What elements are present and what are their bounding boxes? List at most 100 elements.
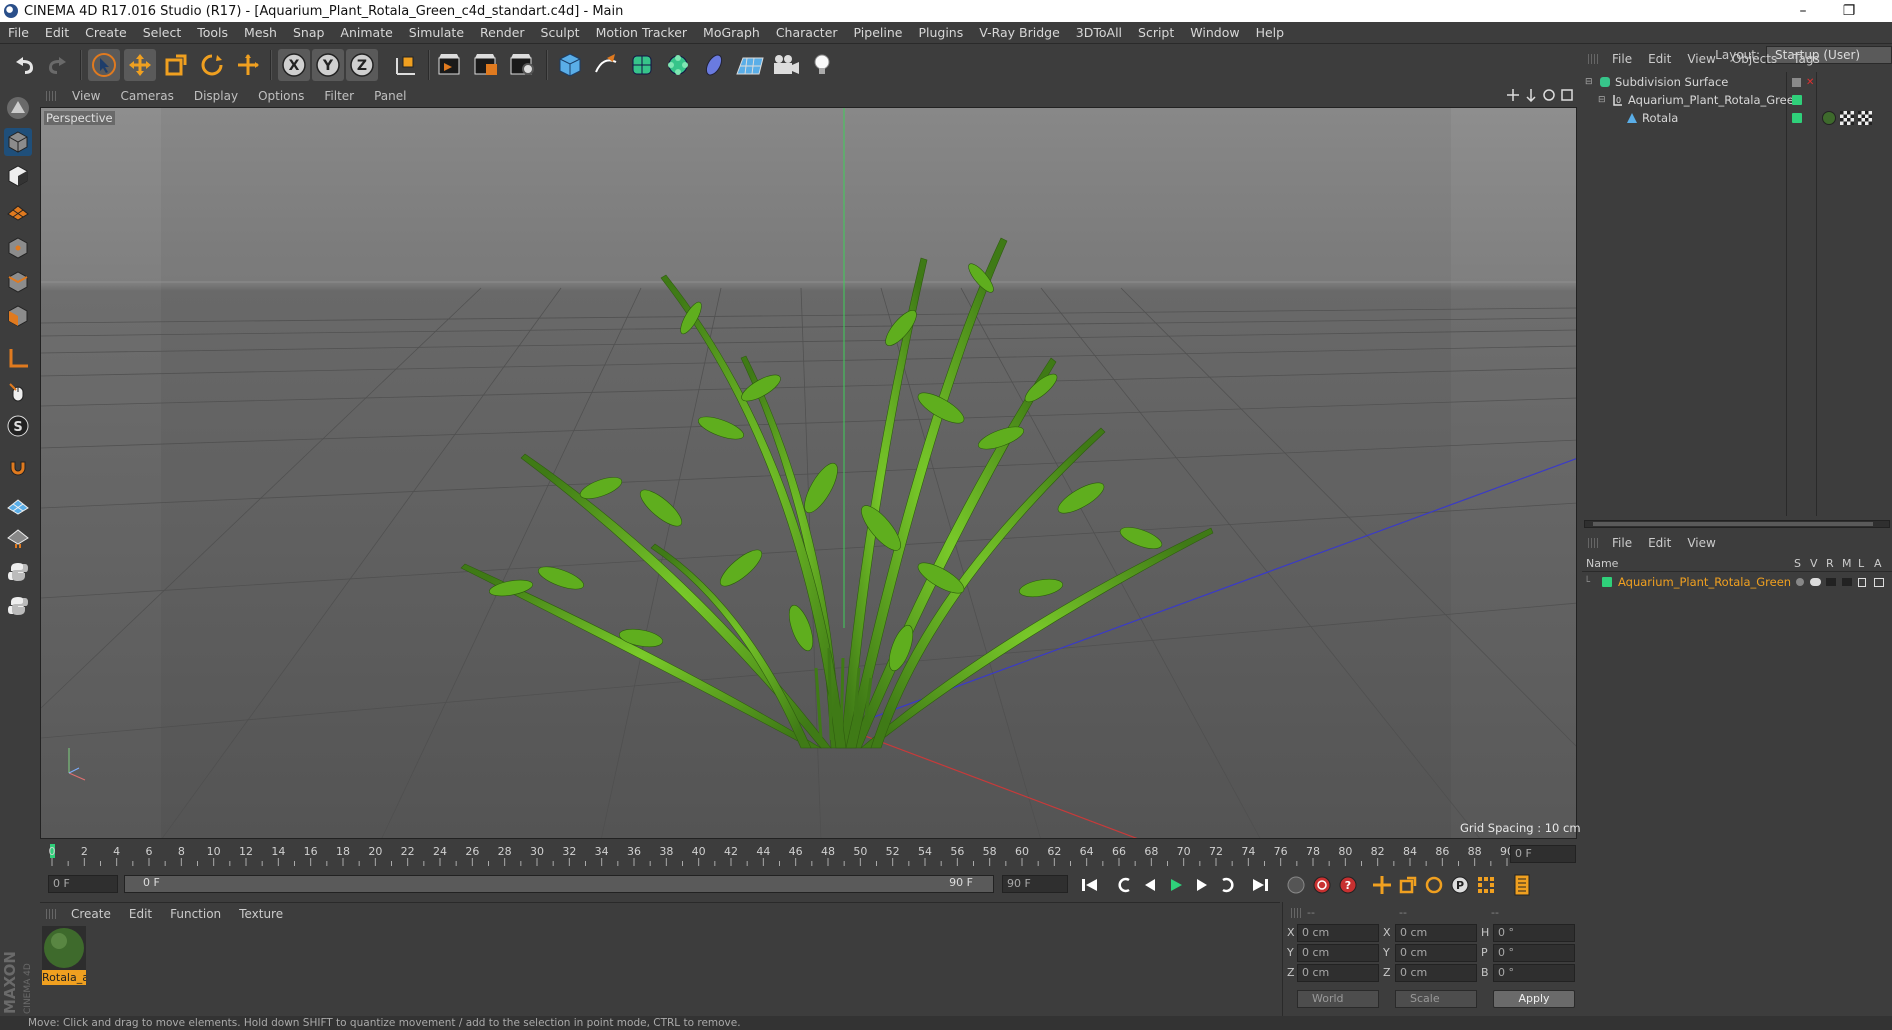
python-icon[interactable] bbox=[4, 558, 32, 586]
restore-button[interactable]: ❐ bbox=[1826, 0, 1872, 22]
menu-motion-tracker[interactable]: Motion Tracker bbox=[588, 25, 695, 40]
frame-range-slider[interactable]: 0 F 90 F bbox=[124, 875, 994, 893]
grid-plane-alt-icon[interactable] bbox=[4, 524, 32, 552]
x-axis-icon[interactable]: X bbox=[278, 49, 310, 81]
render-view-icon[interactable] bbox=[434, 49, 466, 81]
move-icon[interactable] bbox=[124, 49, 156, 81]
size-x-field[interactable]: 0 cm bbox=[1395, 924, 1477, 942]
viewport-menu-panel[interactable]: Panel bbox=[364, 89, 416, 103]
menu-help[interactable]: Help bbox=[1248, 25, 1293, 40]
object-name-rotala[interactable]: Rotala bbox=[1642, 111, 1678, 125]
layer-menu-file[interactable]: File bbox=[1604, 536, 1640, 550]
menu-mograph[interactable]: MoGraph bbox=[695, 25, 768, 40]
polygons-mode-icon[interactable] bbox=[4, 302, 32, 330]
edges-mode-icon[interactable] bbox=[4, 268, 32, 296]
key-rotation-icon[interactable] bbox=[1422, 873, 1446, 897]
column-manager[interactable]: M bbox=[1842, 557, 1852, 570]
material-menu-texture[interactable]: Texture bbox=[230, 907, 292, 921]
horizontal-scrollbar[interactable] bbox=[1584, 520, 1890, 528]
panel-grip-icon[interactable] bbox=[1291, 908, 1301, 918]
viewport-menu-view[interactable]: View bbox=[62, 89, 110, 103]
menu-tools[interactable]: Tools bbox=[189, 25, 236, 40]
key-position-icon[interactable] bbox=[1370, 873, 1394, 897]
solo-toggle-icon[interactable] bbox=[1796, 578, 1804, 586]
position-x-field[interactable]: 0 cm bbox=[1297, 924, 1379, 942]
autokey-icon[interactable] bbox=[1310, 873, 1334, 897]
size-mode-dropdown[interactable]: Scale bbox=[1395, 990, 1477, 1008]
play-icon[interactable] bbox=[1164, 873, 1188, 897]
menu-file[interactable]: File bbox=[0, 25, 37, 40]
previous-key-icon[interactable] bbox=[1112, 873, 1136, 897]
manager-toggle-icon[interactable] bbox=[1842, 578, 1852, 586]
material-tag-icon[interactable] bbox=[1822, 111, 1836, 125]
lock-toggle-icon[interactable] bbox=[1858, 577, 1866, 587]
pen-spline-icon[interactable] bbox=[590, 49, 622, 81]
key-pla-icon[interactable] bbox=[1474, 873, 1498, 897]
previous-frame-icon[interactable] bbox=[1138, 873, 1162, 897]
subdivision-icon[interactable] bbox=[626, 49, 658, 81]
menu-simulate[interactable]: Simulate bbox=[401, 25, 472, 40]
current-frame-field[interactable]: 0 F bbox=[1510, 845, 1576, 863]
panel-grip-icon[interactable] bbox=[46, 91, 56, 101]
next-frame-icon[interactable] bbox=[1190, 873, 1214, 897]
object-menu-tags[interactable]: Tags bbox=[1785, 52, 1828, 66]
timeline-ruler[interactable]: 0 2 4 6 8 10 12 14 16 18 20 22 24 26 28 30 32 34 36 38 40 42 4… bbox=[40, 840, 1580, 870]
layer-color-swatch[interactable] bbox=[1792, 95, 1802, 105]
select-arrow-icon[interactable] bbox=[88, 49, 120, 81]
render-picture-viewer-icon[interactable] bbox=[470, 49, 502, 81]
menu-select[interactable]: Select bbox=[135, 25, 190, 40]
expand-icon[interactable]: ⊟ bbox=[1598, 95, 1608, 105]
viewport-menu-filter[interactable]: Filter bbox=[314, 89, 364, 103]
menu-render[interactable]: Render bbox=[472, 25, 533, 40]
viewport-camera-label[interactable]: Perspective bbox=[44, 111, 115, 125]
end-frame-field[interactable]: 90 F bbox=[1002, 875, 1068, 893]
make-editable-icon[interactable] bbox=[4, 94, 32, 122]
maximize-view-icon[interactable] bbox=[1560, 88, 1574, 102]
position-z-field[interactable]: 0 cm bbox=[1297, 964, 1379, 982]
undo-icon[interactable] bbox=[8, 49, 40, 81]
rotation-b-field[interactable]: 0 ° bbox=[1493, 964, 1575, 982]
column-view[interactable]: V bbox=[1810, 557, 1818, 570]
axis-mode-icon[interactable] bbox=[4, 344, 32, 372]
layer-row[interactable]: └ Aquarium_Plant_Rotala_Green bbox=[1582, 573, 1892, 591]
menu-animate[interactable]: Animate bbox=[332, 25, 400, 40]
view-toggle-icon[interactable] bbox=[1810, 578, 1821, 586]
material-swatch[interactable]: Rotala_a bbox=[42, 926, 86, 986]
go-to-end-icon[interactable] bbox=[1248, 873, 1272, 897]
disable-toggle-icon[interactable]: ✕ bbox=[1806, 77, 1814, 88]
rotation-p-field[interactable]: 0 ° bbox=[1493, 944, 1575, 962]
texture-tag-icon[interactable] bbox=[1840, 111, 1854, 125]
grid-plane-icon[interactable] bbox=[4, 490, 32, 518]
timeline-layout-icon[interactable] bbox=[1510, 873, 1534, 897]
menu-sculpt[interactable]: Sculpt bbox=[533, 25, 588, 40]
start-frame-field[interactable]: 0 F bbox=[48, 875, 118, 893]
menu-edit[interactable]: Edit bbox=[37, 25, 77, 40]
next-key-icon[interactable] bbox=[1216, 873, 1240, 897]
object-menu-view[interactable]: View bbox=[1679, 52, 1723, 66]
keyframe-selection-icon[interactable]: ? bbox=[1336, 873, 1360, 897]
layer-menu-view[interactable]: View bbox=[1679, 536, 1723, 550]
cube-icon[interactable] bbox=[554, 49, 586, 81]
go-to-start-icon[interactable] bbox=[1078, 873, 1102, 897]
object-menu-objects[interactable]: Objects bbox=[1724, 52, 1785, 66]
coordinate-space-dropdown[interactable]: World bbox=[1297, 990, 1379, 1008]
menu-vray-bridge[interactable]: V-Ray Bridge bbox=[971, 25, 1068, 40]
layer-menu-edit[interactable]: Edit bbox=[1640, 536, 1679, 550]
light-icon[interactable] bbox=[806, 49, 838, 81]
redo-icon[interactable] bbox=[42, 49, 74, 81]
panel-grip-icon[interactable] bbox=[1588, 54, 1598, 64]
menu-snap[interactable]: Snap bbox=[285, 25, 332, 40]
zoom-icon[interactable] bbox=[1524, 88, 1538, 102]
deformer-icon[interactable] bbox=[698, 49, 730, 81]
object-name-plant[interactable]: Aquarium_Plant_Rotala_Green bbox=[1628, 93, 1801, 107]
perspective-viewport[interactable] bbox=[40, 107, 1577, 839]
viewport-menu-cameras[interactable]: Cameras bbox=[110, 89, 183, 103]
object-name-subdivision[interactable]: Subdivision Surface bbox=[1615, 75, 1728, 89]
position-y-field[interactable]: 0 cm bbox=[1297, 944, 1379, 962]
record-keys-icon[interactable] bbox=[1284, 873, 1308, 897]
menu-script[interactable]: Script bbox=[1130, 25, 1182, 40]
texture-mode-icon[interactable] bbox=[4, 162, 32, 190]
object-menu-file[interactable]: File bbox=[1604, 52, 1640, 66]
material-menu-function[interactable]: Function bbox=[161, 907, 230, 921]
camera-icon[interactable] bbox=[770, 49, 802, 81]
